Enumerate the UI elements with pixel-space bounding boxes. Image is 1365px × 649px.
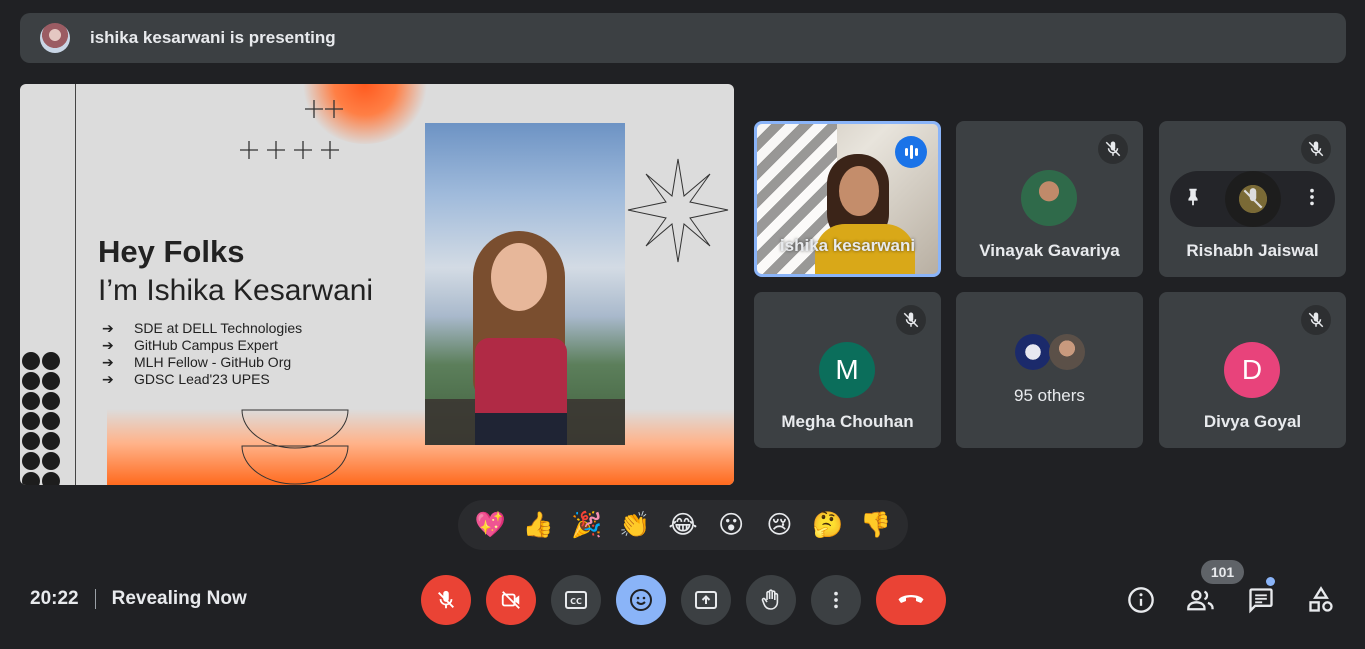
avatar bbox=[1021, 170, 1077, 226]
camera-off-icon bbox=[501, 591, 520, 609]
avatar bbox=[1049, 334, 1085, 370]
presentation-slide[interactable]: Hey Folks I’m Ishika Kesarwani ➔ SDE at D… bbox=[20, 84, 734, 485]
activities-icon bbox=[1309, 586, 1333, 612]
presenting-banner: ishika kesarwani is presenting bbox=[20, 13, 1346, 63]
participant-count-badge: 101 bbox=[1201, 560, 1244, 584]
camera-toggle-button[interactable] bbox=[486, 575, 536, 625]
avatar: M bbox=[819, 342, 875, 398]
hand-icon bbox=[761, 589, 779, 610]
reaction-heart-icon[interactable]: 💖 bbox=[470, 511, 510, 540]
slide-profile-photo bbox=[425, 123, 625, 445]
meeting-info: 20:22 Revealing Now bbox=[30, 588, 247, 610]
bullet-item: ➔ SDE at DELL Technologies bbox=[102, 320, 303, 336]
chat-icon bbox=[1249, 588, 1273, 614]
people-button[interactable] bbox=[1183, 582, 1219, 618]
reactions-button[interactable] bbox=[616, 575, 666, 625]
participant-name: Megha Chouhan bbox=[781, 412, 914, 431]
chat-notification-dot bbox=[1266, 577, 1275, 586]
people-icon bbox=[1187, 590, 1214, 611]
mic-off-icon bbox=[1301, 305, 1331, 335]
pin-icon[interactable] bbox=[1182, 186, 1204, 213]
participant-name: Vinayak Gavariya bbox=[979, 241, 1120, 260]
avatar: D bbox=[1224, 342, 1280, 398]
reaction-thumbs-down-icon[interactable]: 👎 bbox=[856, 511, 896, 540]
mic-toggle-button[interactable] bbox=[421, 575, 471, 625]
slide-title: Hey Folks bbox=[98, 234, 245, 269]
svg-text:CC: CC bbox=[570, 597, 582, 606]
reaction-thinking-icon[interactable]: 🤔 bbox=[808, 511, 848, 540]
reaction-thumbs-up-icon[interactable]: 👍 bbox=[518, 511, 558, 540]
mic-off-icon bbox=[896, 305, 926, 335]
bullet-item: ➔ GDSC Lead'23 UPES bbox=[102, 371, 270, 387]
reaction-party-icon[interactable]: 🎉 bbox=[567, 511, 607, 540]
participant-tile-vinayak[interactable]: Vinayak Gavariya bbox=[956, 121, 1143, 277]
bullet-item: ➔ GitHub Campus Expert bbox=[102, 337, 278, 353]
participant-tile-rishabh[interactable]: Rishabh Jaiswal bbox=[1159, 121, 1346, 277]
participant-tile-megha[interactable]: M Megha Chouhan bbox=[754, 292, 941, 448]
activities-button[interactable] bbox=[1303, 582, 1339, 618]
clock-time: 20:22 bbox=[30, 588, 79, 609]
slide-bullet-list: ➔ SDE at DELL Technologies ➔ GitHub Campus… bbox=[102, 320, 302, 388]
more-options-button[interactable] bbox=[811, 575, 861, 625]
divider bbox=[94, 589, 96, 609]
participant-name: Rishabh Jaiswal bbox=[1186, 241, 1319, 260]
present-icon bbox=[695, 591, 717, 609]
tile-hover-controls bbox=[1170, 171, 1335, 227]
bullet-item: ➔ MLH Fellow - GitHub Org bbox=[102, 354, 292, 370]
participant-tile-ishika[interactable]: ishika kesarwani bbox=[754, 121, 941, 277]
meeting-name: Revealing Now bbox=[111, 588, 247, 609]
presenting-text: ishika kesarwani is presenting bbox=[90, 28, 336, 47]
hang-up-icon bbox=[898, 595, 924, 603]
more-vert-icon bbox=[834, 591, 838, 609]
reaction-surprised-icon[interactable]: 😮 bbox=[711, 510, 751, 540]
mic-off-icon bbox=[1301, 134, 1331, 164]
participant-tile-divya[interactable]: D Divya Goyal bbox=[1159, 292, 1346, 448]
speaking-indicator-icon bbox=[895, 136, 927, 168]
leave-call-button[interactable] bbox=[876, 575, 946, 625]
avatar bbox=[1224, 171, 1281, 227]
slide-subtitle: I’m Ishika Kesarwani bbox=[98, 274, 374, 307]
emoji-icon bbox=[630, 589, 652, 611]
participant-name: Divya Goyal bbox=[1203, 412, 1302, 431]
captions-button[interactable]: CC bbox=[551, 575, 601, 625]
reactions-bar: 💖 👍 🎉 👏 😂 😮 😢 🤔 👎 bbox=[458, 500, 908, 550]
participant-name: ishika kesarwani bbox=[779, 236, 916, 255]
others-count: 95 others bbox=[1014, 386, 1085, 405]
reaction-sad-icon[interactable]: 😢 bbox=[759, 510, 799, 540]
captions-icon: CC bbox=[565, 591, 587, 609]
reaction-clap-icon[interactable]: 👏 bbox=[615, 511, 655, 540]
participant-tile-others[interactable]: 95 others bbox=[956, 292, 1143, 448]
mic-off-icon bbox=[1098, 134, 1128, 164]
present-screen-button[interactable] bbox=[681, 575, 731, 625]
raise-hand-button[interactable] bbox=[746, 575, 796, 625]
presenter-avatar bbox=[40, 23, 70, 53]
avatar bbox=[1015, 334, 1051, 370]
info-icon bbox=[1128, 587, 1154, 613]
mic-off-icon bbox=[438, 590, 454, 609]
more-options-icon[interactable] bbox=[1301, 186, 1323, 213]
meeting-details-button[interactable] bbox=[1123, 582, 1159, 618]
reaction-laugh-icon[interactable]: 😂 bbox=[663, 510, 703, 540]
chat-button[interactable] bbox=[1243, 582, 1279, 618]
